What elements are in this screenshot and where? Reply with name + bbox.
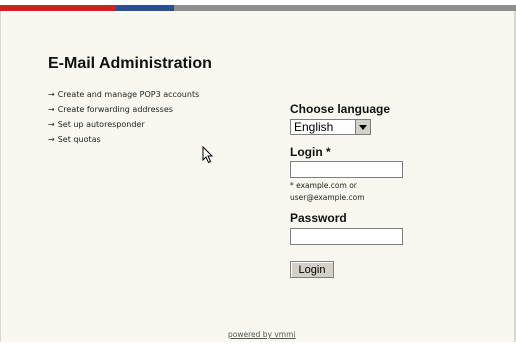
header-bar-blue	[116, 5, 174, 11]
mouse-pointer-icon	[202, 146, 214, 164]
arrow-right-icon: →	[48, 90, 55, 99]
language-label: Choose language	[290, 102, 391, 116]
header-bar-gray	[174, 5, 516, 11]
feature-item-label: Create and manage POP3 accounts	[57, 90, 200, 99]
feature-item-label: Set quotas	[57, 135, 101, 144]
login-hint-line: user@example.com	[290, 193, 365, 202]
login-button[interactable]: Login	[290, 261, 334, 278]
powered-by-link[interactable]: powered by vmmi	[228, 330, 296, 339]
chevron-down-icon[interactable]	[355, 120, 370, 134]
arrow-right-icon: →	[48, 135, 55, 144]
language-select-value: English	[294, 120, 334, 134]
header-bar-red	[0, 5, 116, 11]
login-input[interactable]	[290, 161, 403, 178]
feature-item: → Create forwarding addresses	[48, 102, 199, 117]
login-page: E-Mail Administration → Create and manage…	[0, 0, 516, 345]
password-input[interactable]	[290, 228, 403, 245]
arrow-right-icon: →	[48, 120, 55, 129]
feature-item: → Create and manage POP3 accounts	[48, 87, 199, 102]
password-label: Password	[290, 211, 347, 225]
header-color-bar	[0, 5, 516, 11]
page-title: E-Mail Administration	[48, 55, 212, 72]
language-select[interactable]: English	[290, 119, 371, 135]
feature-item-label: Set up autoresponder	[57, 120, 145, 129]
feature-item: → Set up autoresponder	[48, 117, 199, 132]
login-hint-line: * example.com or	[290, 181, 357, 190]
left-border	[0, 11, 1, 345]
arrow-right-icon: →	[48, 105, 55, 114]
login-label: Login *	[290, 145, 331, 159]
feature-item: → Set quotas	[48, 132, 199, 147]
feature-list: → Create and manage POP3 accounts → Create…	[48, 87, 199, 147]
login-hint: * example.com or user@example.com	[290, 180, 365, 204]
feature-item-label: Create forwarding addresses	[57, 105, 173, 114]
